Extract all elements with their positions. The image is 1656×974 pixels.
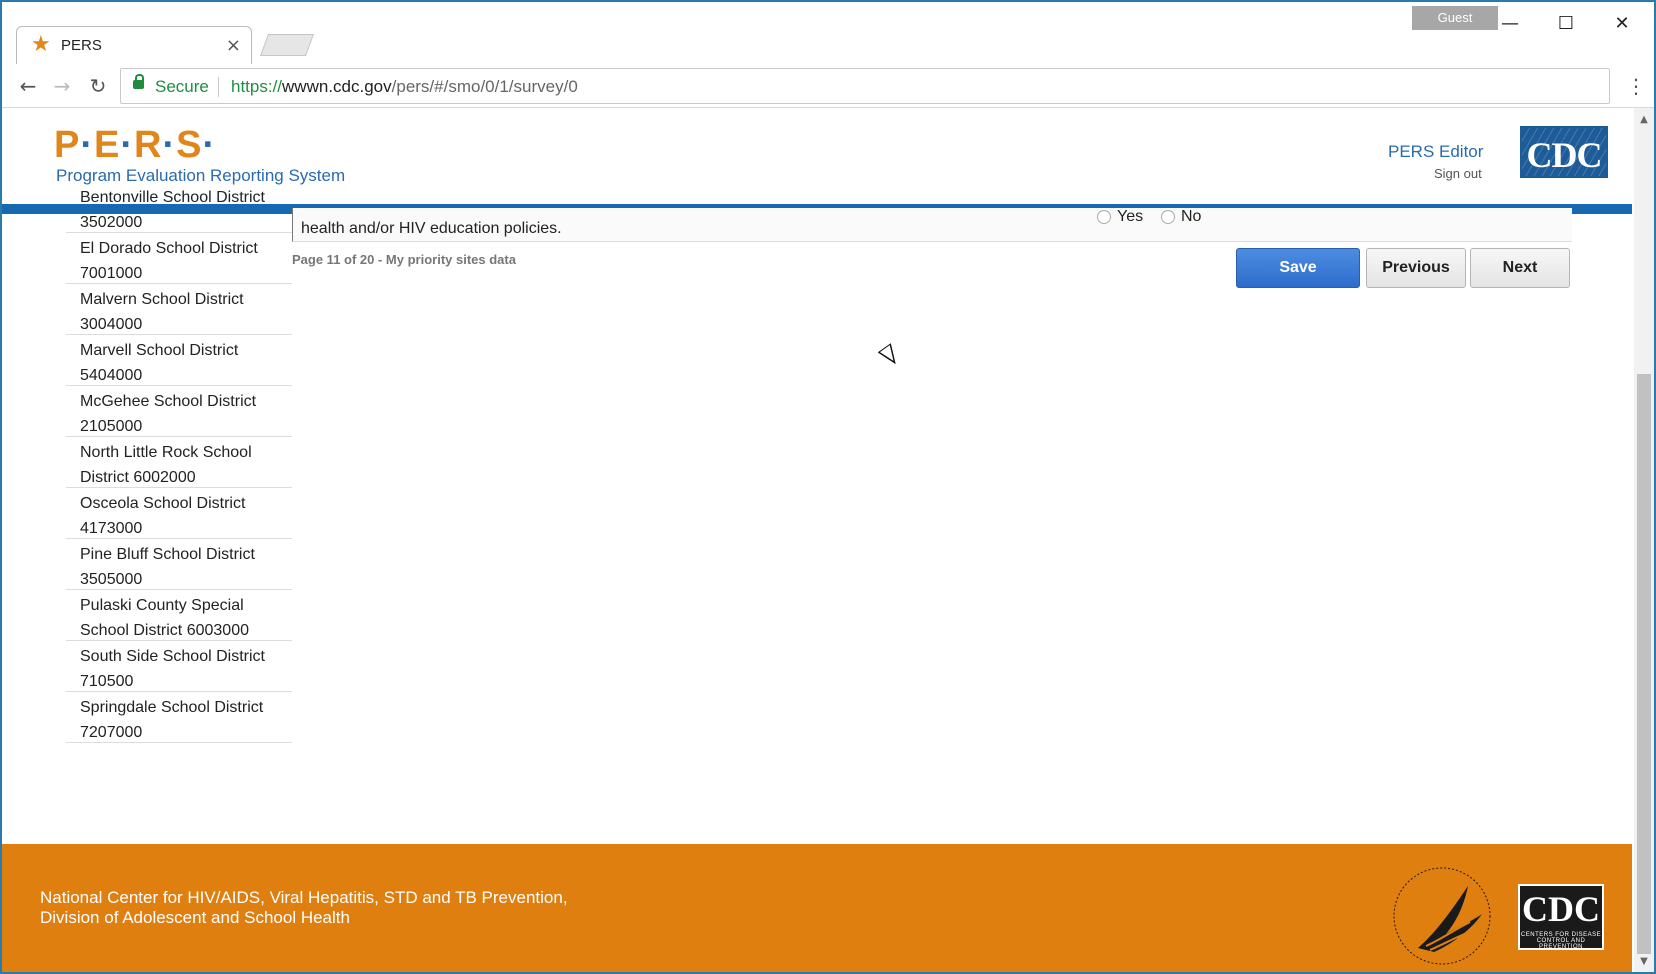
radio-yes[interactable] — [1097, 210, 1111, 224]
guest-profile-badge[interactable]: Guest — [1412, 6, 1498, 30]
tab-close-icon[interactable]: × — [226, 35, 241, 56]
browser-menu-icon[interactable]: ⋮ — [1626, 72, 1646, 100]
sidebar-item[interactable]: Pulaski County Special School District 6… — [66, 590, 292, 641]
sidebar-item-label: McGehee School District 2105000 — [80, 393, 257, 435]
sidebar-item[interactable]: El Dorado School District 7001000 — [66, 233, 292, 284]
pers-logo[interactable]: P·E·R·S· — [54, 124, 216, 167]
window-close-icon[interactable]: ✕ — [1600, 10, 1644, 38]
minimize-icon[interactable]: — — [1488, 10, 1532, 38]
logo-letter: E — [94, 124, 121, 166]
sidebar-item[interactable]: Malvern School District 3004000 — [66, 284, 292, 335]
user-role-link[interactable]: PERS Editor — [1388, 142, 1483, 162]
logo-letter: S — [176, 124, 203, 166]
new-tab-button[interactable] — [259, 34, 315, 56]
sidebar-item-label: South Side School District 710500 — [80, 648, 265, 690]
browser-window: ★ PERS × Guest — ☐ ✕ ← → ↻ Secure https:… — [0, 0, 1656, 974]
sidebar-item-label: North Little Rock School District 600200… — [80, 444, 252, 486]
url-host: wwwn.cdc.gov — [282, 77, 392, 96]
hhs-seal-graphic — [1393, 867, 1491, 965]
forward-icon[interactable]: → — [48, 72, 76, 100]
sidebar-item[interactable]: Marvell School District 5404000 — [66, 335, 292, 386]
sidebar-item-label: Pulaski County Special School District 6… — [80, 597, 249, 639]
sidebar-item-label: Springdale School District 7207000 — [80, 699, 264, 741]
sidebar-item[interactable]: Osceola School District 4173000 — [66, 488, 292, 539]
tab-title: PERS — [61, 37, 102, 54]
site-footer: National Center for HIV/AIDS, Viral Hepa… — [2, 844, 1632, 972]
cdc-logo-text: CDC — [1526, 135, 1603, 175]
next-button[interactable]: Next — [1470, 248, 1570, 288]
page-viewport: P·E·R·S· Program Evaluation Reporting Sy… — [2, 108, 1632, 972]
sidebar-item-label: Marvell School District 5404000 — [80, 342, 239, 384]
sidebar-item[interactable]: Springdale School District 7207000 — [66, 692, 292, 743]
logo-letter: P — [54, 124, 81, 166]
cdc-footer-logo-text: CDC — [1522, 889, 1600, 929]
mouse-cursor-icon — [877, 343, 903, 369]
cdc-logo: CDC — [1520, 126, 1608, 178]
title-bar: ★ PERS × Guest — ☐ ✕ — [2, 2, 1654, 64]
sidebar-item-label: Bentonville School District 3502000 — [80, 189, 265, 231]
footer-line: Division of Adolescent and School Health — [40, 908, 350, 927]
sidebar-item[interactable]: North Little Rock School District 600200… — [66, 437, 292, 488]
url-path: /pers/#/smo/0/1/survey/0 — [391, 77, 578, 96]
url-scheme: https:// — [231, 77, 283, 96]
maximize-icon[interactable]: ☐ — [1544, 10, 1588, 38]
hhs-seal-icon — [1390, 864, 1494, 968]
sidebar-item-label: Malvern School District 3004000 — [80, 291, 244, 333]
page-scrollbar[interactable]: ▲ ▼ — [1634, 108, 1654, 972]
footer-text: National Center for HIV/AIDS, Viral Hepa… — [40, 888, 568, 928]
secure-label: Secure — [155, 77, 209, 96]
cdc-footer-logo: CDC CENTERS FOR DISEASE CONTROL AND PREV… — [1518, 884, 1604, 950]
previous-button[interactable]: Previous — [1366, 248, 1466, 288]
url-input[interactable]: Secure https://wwwn.cdc.gov/pers/#/smo/0… — [120, 68, 1610, 104]
radio-yes-label: Yes — [1117, 208, 1144, 225]
address-bar: ← → ↻ Secure https://wwwn.cdc.gov/pers/#… — [2, 64, 1654, 108]
cdc-footer-logo-caption: CENTERS FOR DISEASE CONTROL AND PREVENTI… — [1520, 932, 1602, 950]
save-button[interactable]: Save — [1236, 248, 1360, 288]
sign-out-link[interactable]: Sign out — [1434, 166, 1482, 181]
sidebar-item[interactable]: Pine Bluff School District 3505000 — [66, 539, 292, 590]
radio-no[interactable] — [1161, 210, 1175, 224]
site-list-sidebar: Bentonville School District 3502000 El D… — [66, 189, 292, 743]
scrollbar-thumb[interactable] — [1637, 374, 1651, 954]
footer-line: National Center for HIV/AIDS, Viral Hepa… — [40, 888, 568, 907]
back-icon[interactable]: ← — [14, 72, 42, 100]
radio-no-label: No — [1181, 208, 1202, 225]
lock-icon — [133, 74, 144, 89]
sidebar-item[interactable]: Bentonville School District 3502000 — [66, 182, 292, 233]
scroll-down-icon[interactable]: ▼ — [1638, 956, 1650, 968]
scroll-up-icon[interactable]: ▲ — [1638, 114, 1650, 126]
sidebar-item-label: Pine Bluff School District 3505000 — [80, 546, 255, 588]
reload-icon[interactable]: ↻ — [84, 72, 112, 100]
logo-letter: R — [134, 124, 163, 166]
sidebar-item-label: El Dorado School District 7001000 — [80, 240, 258, 282]
page-indicator: Page 11 of 20 - My priority sites data — [292, 252, 516, 267]
survey-question-row: health and/or HIV education policies. Ye… — [292, 208, 1572, 242]
sidebar-item-label: Osceola School District 4173000 — [80, 495, 246, 537]
url-text: https://wwwn.cdc.gov/pers/#/smo/0/1/surv… — [231, 77, 578, 97]
sidebar-item[interactable]: South Side School District 710500 — [66, 641, 292, 692]
omnibox-separator — [218, 77, 219, 97]
star-favicon-icon: ★ — [31, 32, 51, 57]
browser-tab[interactable]: ★ PERS × — [16, 26, 252, 64]
question-text: health and/or HIV education policies. — [301, 220, 562, 237]
sidebar-item[interactable]: McGehee School District 2105000 — [66, 386, 292, 437]
